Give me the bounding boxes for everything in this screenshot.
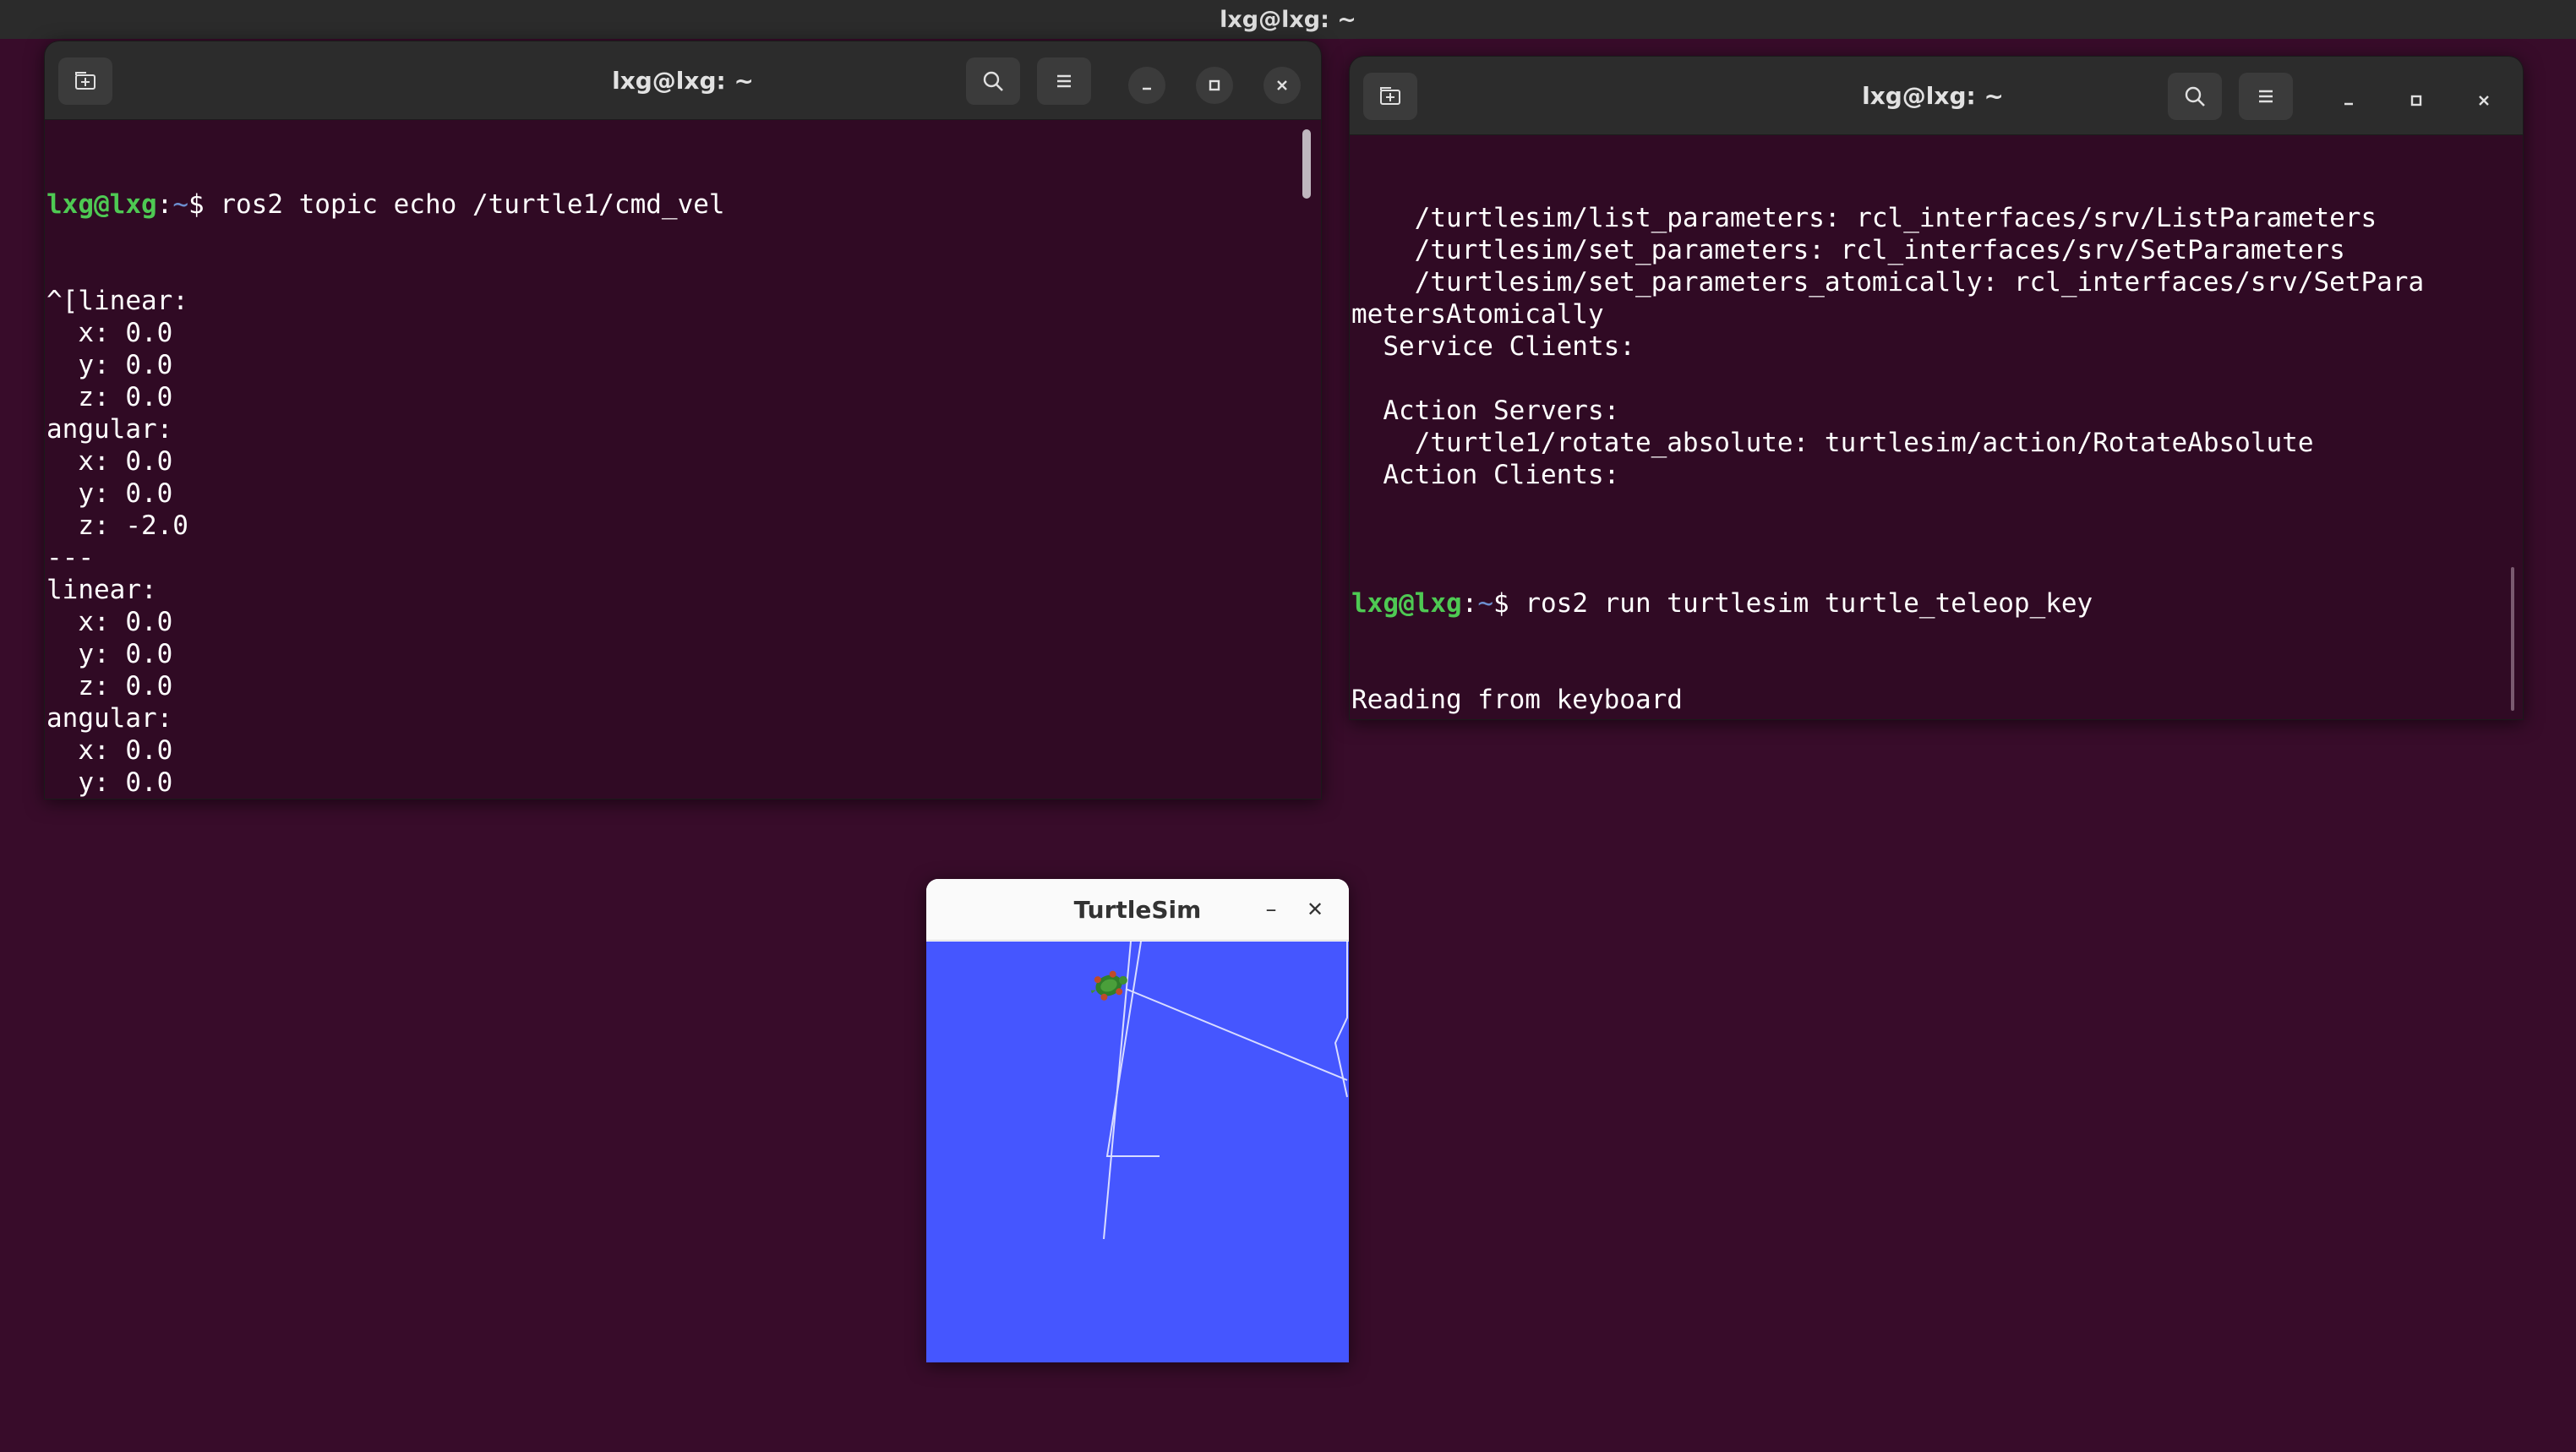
new-tab-button[interactable] [1363, 73, 1417, 120]
terminal-output-right[interactable]: /turtlesim/list_parameters: rcl_interfac… [1351, 138, 2502, 719]
turtle-trail [1334, 942, 1348, 1098]
search-icon [983, 71, 1003, 91]
output-line: angular: [46, 414, 173, 445]
hamburger-menu-icon [1057, 74, 1071, 88]
minimize-button[interactable] [1128, 67, 1165, 104]
close-icon [2479, 96, 2489, 106]
turtlesim-window[interactable]: TurtleSim – ✕ [926, 879, 1349, 1362]
output-line: --------------------------- [1351, 716, 2502, 719]
terminal-title: lxg@lxg: ~ [612, 66, 754, 95]
output-line: Action Clients: [1351, 460, 1620, 490]
output-line: linear: [46, 575, 157, 605]
output-line: ^[linear: [46, 286, 188, 316]
new-tab-icon [1380, 87, 1400, 105]
terminal-title: lxg@lxg: ~ [1862, 81, 2004, 110]
output-line: angular: [46, 703, 173, 734]
terminal-output-left[interactable]: lxg@lxg:~$ ros2 topic echo /turtle1/cmd_… [46, 124, 1301, 800]
menu-button[interactable] [2239, 73, 2293, 120]
output-line: /turtlesim/list_parameters: rcl_interfac… [1351, 203, 2377, 233]
output-line: --- [46, 543, 94, 573]
output-line: Action Servers: [1351, 396, 1620, 426]
output-line: z: -2.0 [46, 799, 1301, 800]
output-line: y: 0.0 [46, 767, 173, 798]
minimize-icon [1143, 87, 1151, 90]
prompt-user: lxg@lxg [1351, 588, 1462, 619]
turtle-trail [1125, 988, 1348, 1081]
maximize-icon [1209, 79, 1220, 91]
maximize-button[interactable] [2398, 82, 2435, 119]
output-line: Reading from keyboard [1351, 685, 1683, 715]
prompt-path: ~ [1477, 588, 1493, 619]
prompt-separator: : [1461, 588, 1478, 619]
terminal-window-right[interactable]: lxg@lxg: ~ /turtlesim/list_parameters: r… [1349, 56, 2524, 720]
prompt-separator: : [156, 189, 173, 220]
top-bar-title: lxg@lxg: ~ [1220, 6, 1356, 33]
scrollbar-thumb[interactable] [1302, 129, 1311, 199]
service-info-output: /turtlesim/list_parameters: rcl_interfac… [1351, 202, 2502, 523]
echo-output: ^[linear: x: 0.0 y: 0.0 z: 0.0 angular: x… [46, 285, 1301, 800]
terminal-header-bar[interactable]: lxg@lxg: ~ [45, 41, 1321, 120]
search-icon [2185, 86, 2205, 106]
new-tab-button[interactable] [58, 57, 112, 105]
output-line: x: 0.0 [46, 446, 173, 477]
turtle-icon [1090, 970, 1127, 1001]
turtlesim-canvas [926, 941, 1349, 1362]
hamburger-menu-icon [2259, 90, 2273, 103]
minimize-button[interactable] [2330, 82, 2367, 119]
close-button[interactable] [2465, 82, 2502, 119]
output-line: /turtle1/rotate_absolute: turtlesim/acti… [1351, 428, 2314, 458]
command-text: ros2 topic echo /turtle1/cmd_vel [220, 189, 725, 220]
prompt-dollar: $ [188, 189, 221, 220]
command-text: ros2 run turtlesim turtle_teleop_key [1525, 588, 2093, 619]
search-button[interactable] [2168, 73, 2222, 120]
output-line: x: 0.0 [46, 607, 173, 637]
turtlesim-close-button[interactable]: ✕ [1298, 892, 1332, 926]
close-icon: ✕ [1306, 898, 1324, 921]
maximize-button[interactable] [1196, 67, 1233, 104]
minimize-icon [2344, 102, 2353, 106]
turtlesim-minimize-button[interactable]: – [1254, 892, 1288, 926]
terminal-header-bar[interactable]: lxg@lxg: ~ [1350, 57, 2523, 135]
new-tab-icon [75, 72, 96, 90]
command-line: lxg@lxg:~$ ros2 topic echo /turtle1/cmd_… [46, 188, 1301, 221]
output-line: x: 0.0 [46, 735, 173, 766]
prompt-path: ~ [172, 189, 188, 220]
desktop-top-bar: lxg@lxg: ~ [0, 0, 2576, 39]
terminal-window-left[interactable]: lxg@lxg: ~ lxg@lxg:~$ ros2 topic echo /t… [44, 41, 1322, 800]
teleop-output: Reading from keyboard-------------------… [1351, 684, 2502, 719]
close-button[interactable] [1263, 67, 1301, 104]
output-line: /turtlesim/set_parameters: rcl_interface… [1351, 235, 2345, 265]
output-line: y: 0.0 [46, 350, 173, 380]
minimize-icon: – [1265, 897, 1277, 922]
menu-button[interactable] [1037, 57, 1091, 105]
output-line: z: 0.0 [46, 382, 173, 412]
output-line: x: 0.0 [46, 318, 173, 348]
output-line: z: -2.0 [46, 510, 188, 541]
prompt-dollar: $ [1493, 588, 1525, 619]
output-line: y: 0.0 [46, 639, 173, 669]
output-line: /turtlesim/set_parameters_atomically: rc… [1351, 267, 2425, 297]
output-line: y: 0.0 [46, 478, 173, 509]
close-icon [1277, 80, 1287, 90]
maximize-icon [2410, 95, 2422, 106]
output-line: z: 0.0 [46, 671, 173, 701]
scrollbar-thumb[interactable] [2511, 567, 2514, 711]
output-line: metersAtomically [1351, 299, 1604, 330]
prompt-user: lxg@lxg [46, 189, 157, 220]
turtle-trail-drawing [1090, 941, 1348, 1240]
output-line: Service Clients: [1351, 331, 1635, 362]
command-line: lxg@lxg:~$ ros2 run turtlesim turtle_tel… [1351, 587, 2502, 620]
search-button[interactable] [966, 57, 1020, 105]
